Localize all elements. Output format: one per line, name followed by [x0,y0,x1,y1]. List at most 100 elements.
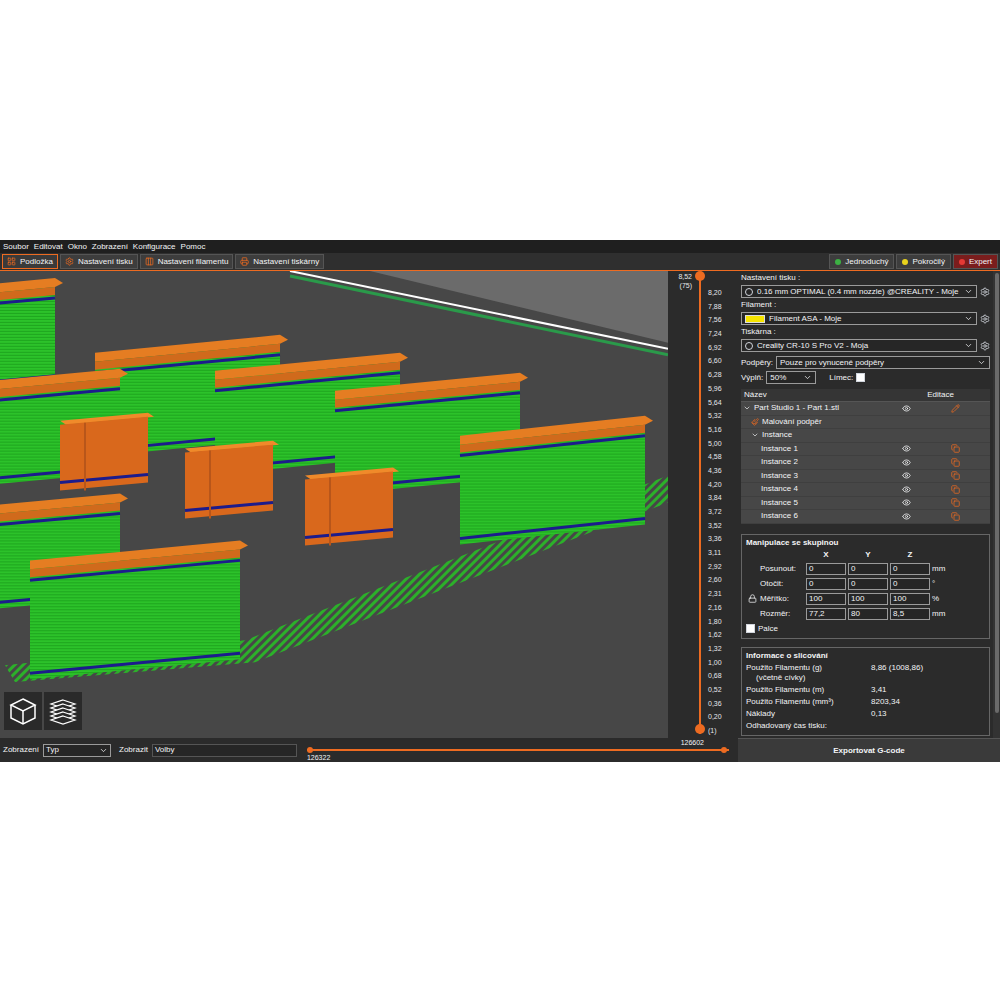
object-list-row[interactable]: Malování podpěr [741,416,990,430]
supports-select[interactable]: Pouze pro vynucené podpěry [776,356,990,369]
object-list-row[interactable]: Instance 5 [741,497,990,511]
eye-icon[interactable] [902,471,911,480]
print-wall [0,278,63,390]
mode-button[interactable]: Jednoduchý [829,254,894,269]
manipulation-field[interactable]: 0 [806,563,846,575]
mode-button[interactable]: Pokročilý [896,254,950,269]
filament-label: Filament : [741,300,990,310]
object-list-row[interactable]: Instance 4 [741,483,990,497]
slicing-info-row: Použito Filamentu (mm³)8203,34 [746,697,985,707]
object-list-row[interactable]: Instance [741,429,990,443]
manipulation-field[interactable]: 100 [806,593,846,605]
layer-tick: 2,16 [708,604,738,611]
preset-icon [745,342,753,350]
menu-item[interactable]: Editovat [34,243,63,251]
manipulation-field[interactable]: 100 [848,593,888,605]
eye-icon[interactable] [902,512,911,521]
bottom-layer-height: 0,20 [708,713,738,720]
supports-label: Podpěry: [741,358,773,368]
instance-icon[interactable] [951,498,960,507]
move-slider[interactable]: 126602126322 [301,739,735,761]
iso-view-button[interactable] [4,692,42,730]
export-gcode-button[interactable]: Exportovat G-code [738,738,1000,762]
printer-select[interactable]: Creality CR-10 S Pro V2 - Moja [741,339,977,352]
instance-icon[interactable] [951,444,960,453]
eye-icon[interactable] [902,458,911,467]
layer-tick: 0,68 [708,672,738,679]
print-settings-label: Nastavení tisku : [741,273,990,283]
slicing-info-panel: Informace o slicováníPoužito Filamentu (… [741,647,990,736]
view-type-select[interactable]: Typ [43,744,111,757]
manipulation-field[interactable]: 0 [848,578,888,590]
manipulation-field[interactable]: 0 [848,563,888,575]
object-list-row[interactable]: Instance 1 [741,443,990,457]
layers-icon [48,696,78,726]
eye-icon[interactable] [902,444,911,453]
menu-item[interactable]: Okno [68,243,87,251]
layer-tick: 5,64 [708,399,738,406]
move-start-handle[interactable] [307,747,313,753]
eye-icon[interactable] [902,485,911,494]
lock-icon[interactable] [748,594,757,603]
instance-icon[interactable] [951,471,960,480]
3d-preview[interactable] [0,271,668,738]
menu-item[interactable]: Soubor [3,243,29,251]
chevron-down-icon [964,341,973,350]
tab[interactable]: Nastavení tisku [60,254,138,269]
upper-handle[interactable] [695,271,705,281]
instance-icon[interactable] [951,458,960,467]
object-list-row[interactable]: Instance 3 [741,470,990,484]
inches-checkbox[interactable] [746,624,755,633]
manipulation-field[interactable]: 100 [890,593,930,605]
show-label: Zobrazit [119,746,148,754]
manipulation-field[interactable]: 77,2 [806,608,846,620]
instance-icon[interactable] [951,485,960,494]
scrollbar[interactable] [993,271,1000,738]
expanded-icon[interactable] [751,431,759,439]
menu-item[interactable]: Zobrazení [92,243,128,251]
edit-icon[interactable] [951,404,960,413]
print-wall [30,540,248,679]
gear-icon[interactable] [980,341,990,351]
manipulation-field[interactable]: 0 [806,578,846,590]
layer-tick: 5,32 [708,412,738,419]
gear-icon[interactable] [980,287,990,297]
menu-item[interactable]: Pomoc [181,243,206,251]
paint-brush-icon [751,418,759,426]
expanded-icon[interactable] [743,404,751,412]
object-list-row[interactable]: Part Studio 1 - Part 1.stl [741,402,990,416]
instance-icon[interactable] [951,512,960,521]
object-list-row[interactable]: Instance 6 [741,510,990,524]
eye-icon[interactable] [902,498,911,507]
tab[interactable]: Nastavení filamentu [140,254,234,269]
infill-select[interactable]: 50% [766,371,816,384]
layer-tick: 3,11 [708,549,738,556]
tab-bar: PodložkaNastavení tiskuNastavení filamen… [0,253,1000,270]
manipulation-field[interactable]: 0 [890,578,930,590]
print-settings-select[interactable]: 0.16 mm OPTIMAL (0.4 mm nozzle) @CREALIT… [741,285,977,298]
chevron-down-icon [803,373,812,382]
tab[interactable]: Nastavení tiskárny [235,254,324,269]
layer-tick: 5,96 [708,385,738,392]
brim-checkbox[interactable] [856,373,865,382]
axis-label: Y [848,550,888,560]
move-end-handle[interactable] [721,747,727,753]
manipulation-field[interactable]: 0 [890,563,930,575]
inches-label: Palce [758,624,778,634]
lower-handle[interactable] [695,724,705,734]
tab[interactable]: Podložka [2,254,58,269]
unit-label: mm [932,609,948,619]
manipulation-field[interactable]: 8,5 [890,608,930,620]
object-list-row[interactable]: Instance 2 [741,456,990,470]
eye-icon[interactable] [902,404,911,413]
gear-icon[interactable] [980,314,990,324]
menu-item[interactable]: Konfigurace [133,243,176,251]
manipulation-field[interactable]: 80 [848,608,888,620]
filament-select[interactable]: Filament ASA - Moje [741,312,977,325]
show-options-select[interactable]: Volby [152,744,297,757]
layer-tick: 7,56 [708,316,738,323]
mode-button[interactable]: Expert [953,254,998,269]
layers-view-button[interactable] [44,692,82,730]
object-list: NázevEditacePart Studio 1 - Part 1.stlMa… [741,389,990,524]
layer-slider[interactable]: 8,52(75)8,207,887,567,246,926,606,285,96… [668,271,738,738]
